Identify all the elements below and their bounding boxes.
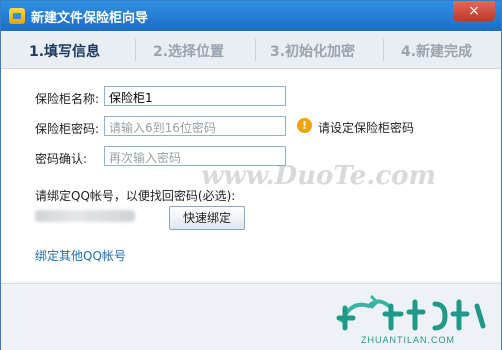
quick-bind-button[interactable]: 快速绑定 xyxy=(169,206,245,230)
step-choose-location: 2.选择位置 xyxy=(153,44,225,60)
vault-name-label: 保险柜名称: xyxy=(35,92,100,106)
vault-name-input[interactable]: 保险柜1 xyxy=(104,86,286,106)
step-done: 4.新建完成 xyxy=(401,44,473,60)
wizard-window: 新建文件保险柜向导 × 1.填写信息 2.选择位置 3.初始化加密 4.新建完成… xyxy=(0,0,502,350)
step-divider xyxy=(135,39,136,61)
watermark: www.DuoTe.com xyxy=(201,161,437,191)
vault-password-input[interactable]: 请输入6到16位密码 xyxy=(104,116,286,136)
logo-caption: ZHUANTILAN.COM xyxy=(361,335,456,345)
title-bar: 新建文件保险柜向导 × xyxy=(1,1,501,31)
blurred-qq-account xyxy=(35,210,135,222)
bind-other-qq-link[interactable]: 绑定其他QQ帐号 xyxy=(35,247,126,264)
step-divider xyxy=(383,39,384,61)
step-bar: 1.填写信息 2.选择位置 3.初始化加密 4.新建完成 xyxy=(1,32,501,69)
vault-password-label: 保险柜密码: xyxy=(35,122,100,136)
safe-icon xyxy=(9,8,25,24)
password-warning-text: 请设定保险柜密码 xyxy=(318,121,415,135)
confirm-password-label: 密码确认: xyxy=(35,152,88,166)
warning-icon: ! xyxy=(297,118,312,133)
window-title: 新建文件保险柜向导 xyxy=(31,11,149,26)
step-fill-info: 1.填写信息 xyxy=(29,44,101,60)
qq-bind-prompt: 请绑定QQ帐号，以便找回密码(必选): xyxy=(35,189,236,203)
close-button[interactable]: × xyxy=(453,1,495,21)
step-divider xyxy=(255,39,256,61)
step-init-encrypt: 3.初始化加密 xyxy=(270,44,356,60)
